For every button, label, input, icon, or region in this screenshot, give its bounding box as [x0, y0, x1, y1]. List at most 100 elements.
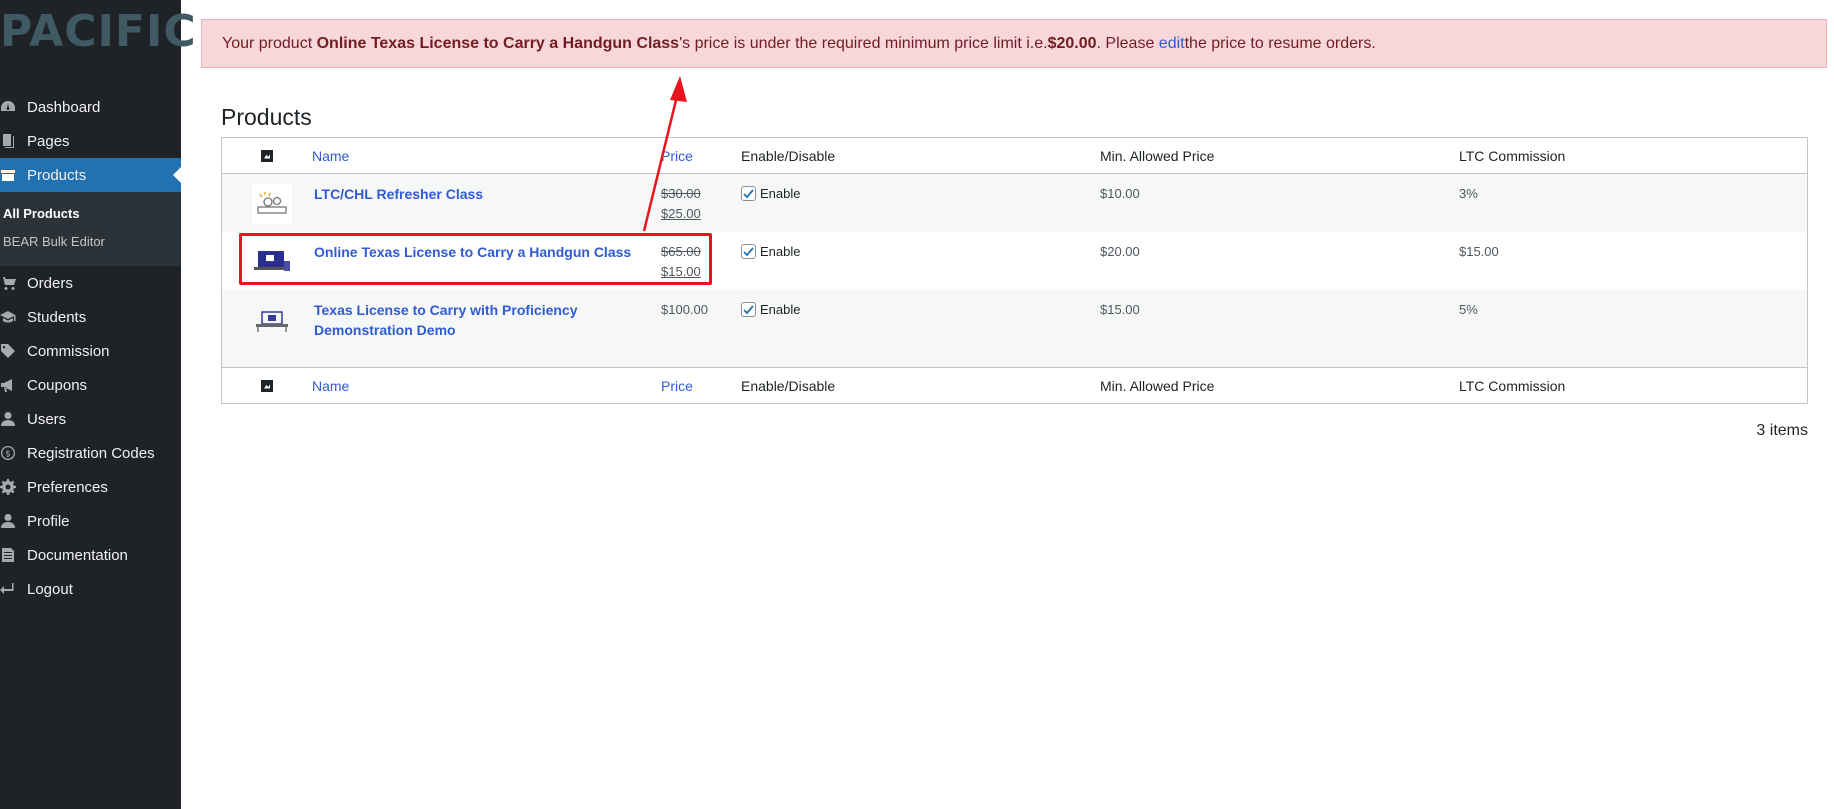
menu-label: Coupons	[27, 376, 88, 394]
notice-product-name: Online Texas License to Carry a Handgun …	[316, 34, 680, 52]
menu-item-pages[interactable]: Pages	[0, 124, 181, 158]
table-row: Texas License to Carry with Proficiency …	[222, 290, 1807, 367]
product-name-link[interactable]: LTC/CHL Refresher Class	[314, 186, 483, 202]
menu-label: Users	[27, 410, 67, 428]
table-row: LTC/CHL Refresher Class $30.00 $25.00 En…	[222, 174, 1807, 232]
menu-label: Preferences	[27, 478, 108, 496]
menu-item-logout[interactable]: Logout	[0, 572, 181, 606]
products-submenu: All Products BEAR Bulk Editor	[0, 192, 181, 266]
page-title: Products	[221, 104, 312, 130]
table-header: Name Price Enable/Disable Min. Allowed P…	[222, 138, 1807, 174]
enable-label: Enable	[760, 186, 801, 201]
menu-item-registration-codes[interactable]: $ Registration Codes	[0, 436, 181, 470]
enable-cell: Enable	[741, 174, 1100, 232]
items-count: 3 items	[1756, 422, 1808, 439]
annotation-highlight-box	[239, 233, 712, 285]
image-icon	[261, 149, 273, 162]
price-column-header: Price	[661, 148, 741, 164]
user-icon	[0, 513, 27, 529]
min-price-cell: $15.00	[1100, 302, 1140, 317]
svg-text:$: $	[5, 450, 11, 460]
product-price-cell: $30.00 $25.00	[661, 174, 741, 232]
submenu-all-products[interactable]: All Products	[0, 200, 181, 228]
sort-by-price-link[interactable]: Price	[661, 148, 693, 164]
min-price-cell: $20.00	[1100, 244, 1140, 259]
image-column-header	[222, 149, 312, 162]
notice-price-limit: $20.00	[1047, 34, 1097, 52]
name-column-header: Name	[312, 148, 661, 164]
notice-prefix: Your product	[222, 34, 313, 52]
menu-label: Logout	[27, 580, 73, 598]
menu-label: Orders	[27, 274, 73, 292]
product-thumbnail-cell	[222, 290, 312, 367]
commission-column-header: LTC Commission	[1459, 147, 1566, 164]
table-footer: Name Price Enable/Disable Min. Allowed P…	[222, 367, 1807, 403]
logout-arrow-icon	[0, 581, 27, 597]
menu-label: Commission	[27, 342, 110, 360]
product-thumbnail-cell	[222, 174, 312, 232]
dashboard-icon	[0, 99, 27, 115]
min-price-column-header: Min. Allowed Price	[1100, 147, 1215, 164]
checkmark-icon	[743, 305, 754, 315]
product-thumbnail[interactable]	[252, 184, 292, 224]
menu-item-students[interactable]: Students	[0, 300, 181, 334]
menu-item-commission[interactable]: Commission	[0, 334, 181, 368]
notice-middle: 's price is under the required minimum p…	[679, 34, 1048, 52]
price-column-footer: Price	[661, 378, 741, 394]
menu-label: Documentation	[27, 546, 128, 564]
pages-icon	[0, 133, 27, 149]
menu-item-coupons[interactable]: Coupons	[0, 368, 181, 402]
price-warning-notice: Your product Online Texas License to Car…	[201, 19, 1827, 68]
submenu-bear-bulk-editor[interactable]: BEAR Bulk Editor	[0, 228, 181, 256]
notice-edit-link[interactable]: edit	[1159, 35, 1185, 53]
checkmark-icon	[743, 189, 754, 199]
sort-by-price-link[interactable]: Price	[661, 378, 693, 394]
name-column-footer: Name	[312, 378, 661, 394]
cart-icon	[0, 275, 27, 291]
gear-icon	[0, 479, 27, 495]
enable-checkbox[interactable]	[741, 186, 756, 201]
menu-label: Dashboard	[27, 98, 101, 116]
product-thumbnail[interactable]	[252, 300, 292, 340]
enable-cell: Enable	[741, 290, 1100, 367]
enable-label: Enable	[760, 244, 801, 259]
menu-item-documentation[interactable]: Documentation	[0, 538, 181, 572]
commission-cell: 3%	[1459, 186, 1478, 201]
graduation-cap-icon	[0, 309, 27, 325]
menu-item-users[interactable]: Users	[0, 402, 181, 436]
tag-icon	[0, 343, 27, 359]
admin-menu: Dashboard Pages Products All Products BE…	[0, 90, 181, 606]
sort-by-name-link[interactable]: Name	[312, 378, 349, 394]
regular-price: $30.00	[661, 186, 701, 201]
desk-illustration-icon	[256, 311, 288, 332]
enable-label: Enable	[760, 302, 801, 317]
menu-item-dashboard[interactable]: Dashboard	[0, 90, 181, 124]
sort-by-name-link[interactable]: Name	[312, 148, 349, 164]
enable-checkbox[interactable]	[741, 302, 756, 317]
enable-checkbox[interactable]	[741, 244, 756, 259]
image-icon	[261, 379, 273, 392]
classroom-illustration-icon	[257, 192, 287, 214]
enable-column-header: Enable/Disable	[741, 147, 836, 164]
product-name-link[interactable]: Texas License to Carry with Proficiency …	[314, 302, 578, 338]
enable-cell: Enable	[741, 232, 1100, 290]
site-logo[interactable]: PACIFIC	[0, 10, 197, 54]
menu-item-orders[interactable]: Orders	[0, 266, 181, 300]
commission-cell: $15.00	[1459, 244, 1499, 259]
product-name-cell: Texas License to Carry with Proficiency …	[312, 290, 661, 367]
notice-suffix: the price to resume orders.	[1184, 34, 1376, 52]
dollar-circle-icon: $	[0, 445, 27, 461]
min-price-cell: $10.00	[1100, 186, 1140, 201]
menu-item-preferences[interactable]: Preferences	[0, 470, 181, 504]
enable-column-footer: Enable/Disable	[741, 377, 836, 394]
menu-label: Students	[27, 308, 87, 326]
commission-cell: 5%	[1459, 302, 1478, 317]
min-price-column-footer: Min. Allowed Price	[1100, 377, 1215, 394]
notice-after-limit: . Please	[1096, 34, 1155, 52]
menu-item-products[interactable]: Products	[0, 158, 181, 192]
product-name-cell: LTC/CHL Refresher Class	[312, 174, 661, 232]
menu-item-profile[interactable]: Profile	[0, 504, 181, 538]
menu-label: Products	[27, 166, 87, 184]
product-price-cell: $100.00	[661, 290, 741, 367]
sale-price: $25.00	[661, 206, 701, 221]
